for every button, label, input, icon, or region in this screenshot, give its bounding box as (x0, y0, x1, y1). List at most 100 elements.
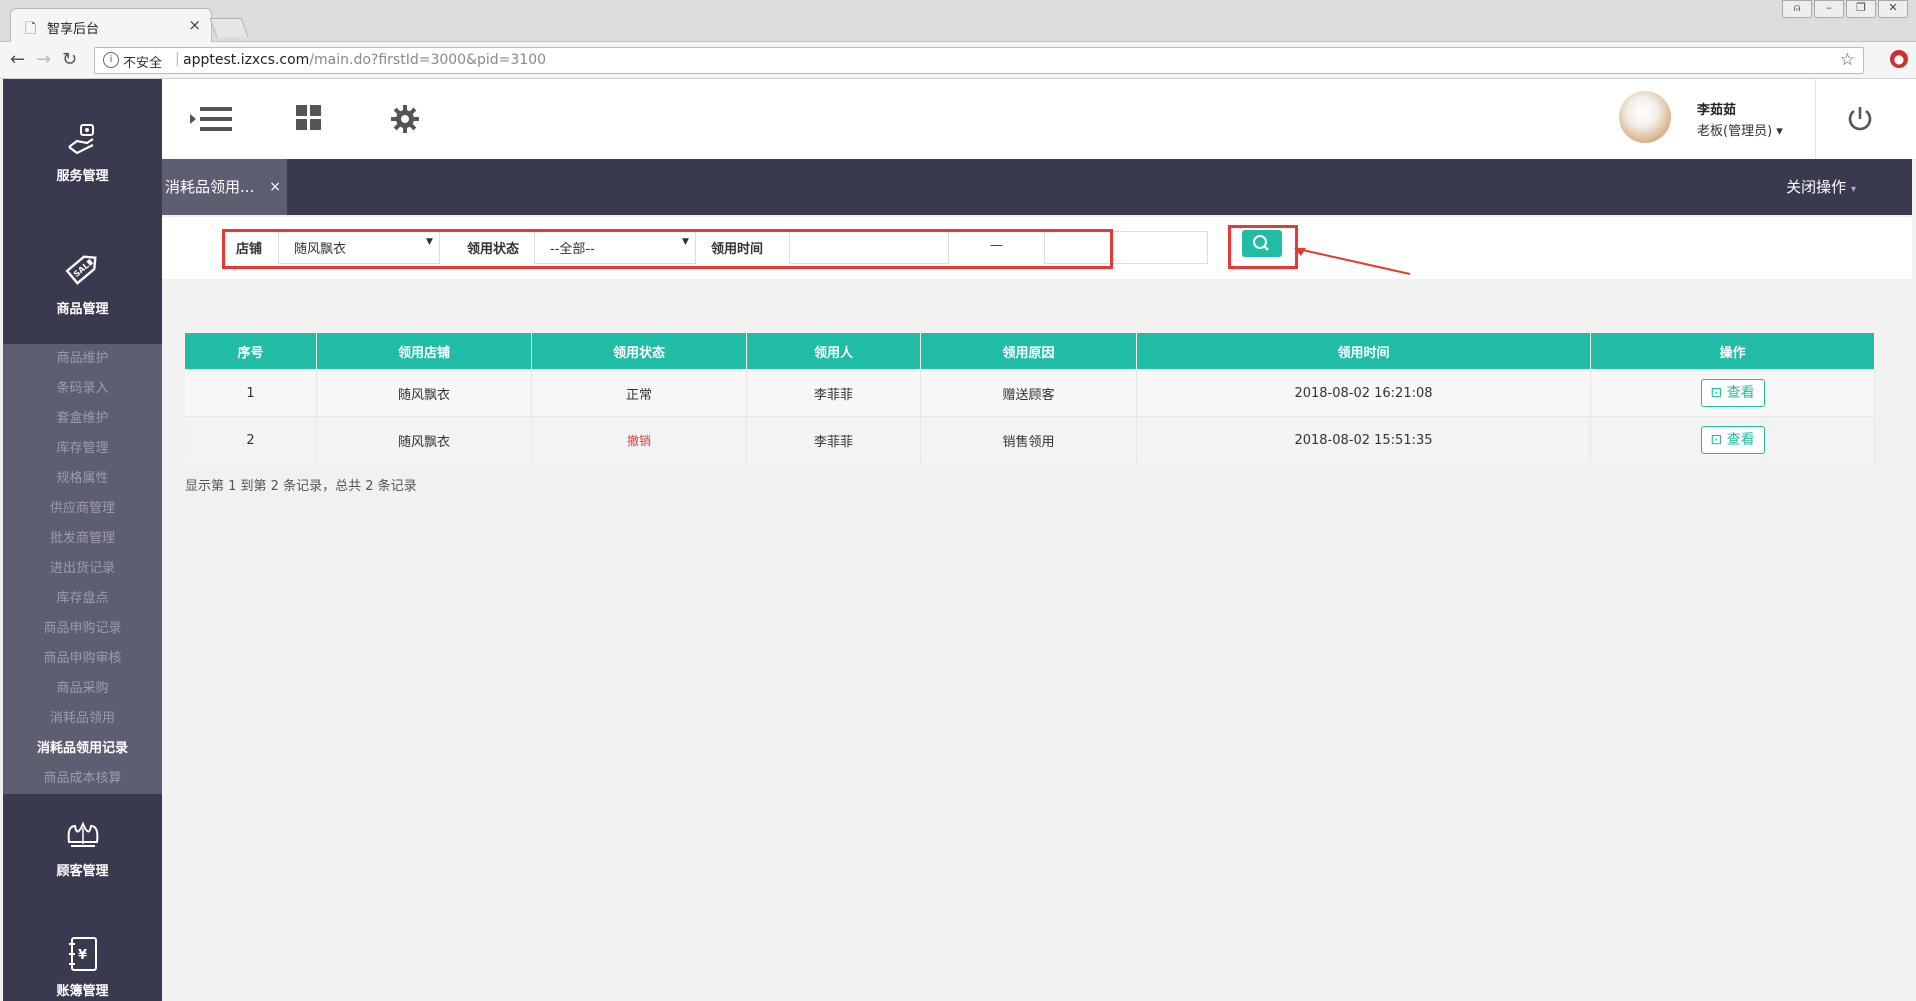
sidebar-item[interactable]: 商品采购 (3, 674, 162, 704)
sidebar-item[interactable]: 库存盘点 (3, 584, 162, 614)
column-header: 序号 (185, 333, 317, 370)
sidebar-section-customers[interactable]: 顾客管理 (3, 814, 162, 879)
info-icon[interactable]: i (103, 52, 119, 68)
records-table: 序号 领用店铺 领用状态 领用人 领用原因 领用时间 操作 1 随风飘衣 正常 … (185, 333, 1875, 463)
pagination-summary: 显示第 1 到第 2 条记录，总共 2 条记录 (185, 479, 417, 494)
sidebar-item[interactable]: 商品成本核算 (3, 764, 162, 794)
sidebar-section-products[interactable]: SALE 商品管理 (3, 244, 162, 317)
dashboard-grid-icon[interactable] (296, 105, 322, 131)
sidebar-section-label: 商品管理 (56, 302, 109, 317)
cell-store: 随风飘衣 (316, 369, 532, 417)
annotation-highlight-filters (222, 229, 1113, 269)
avatar[interactable] (1619, 91, 1671, 143)
filter-bar: 店铺 随风飘衣 ▼ 领用状态 --全部-- ▼ 领用时间 — (162, 217, 1912, 279)
url-text[interactable]: apptest.izxcs.com/main.do?firstId=3000&p… (183, 52, 546, 68)
cell-time: 2018-08-02 15:51:35 (1136, 416, 1591, 463)
menu-toggle-icon[interactable] (190, 105, 232, 133)
annotation-highlight-search (1228, 225, 1298, 269)
cell-action: ⊡ 查看 (1590, 369, 1875, 417)
sidebar-item[interactable]: 规格属性 (3, 464, 162, 494)
forward-icon[interactable]: → (36, 49, 51, 70)
sidebar-item-active[interactable]: 消耗品领用记录 (3, 734, 162, 764)
cell-time: 2018-08-02 16:21:08 (1136, 369, 1591, 417)
table-row: 2 随风飘衣 撤销 李菲菲 销售领用 2018-08-02 15:51:35 ⊡… (185, 416, 1875, 463)
cell-person: 李菲菲 (746, 369, 921, 417)
column-header: 领用原因 (920, 333, 1137, 370)
cell-reason: 销售领用 (920, 416, 1137, 463)
view-button-label: 查看 (1726, 432, 1755, 448)
sidebar-item[interactable]: 套盒维护 (3, 404, 162, 434)
view-icon: ⊡ (1710, 432, 1723, 448)
sidebar: 服务管理 SALE 商品管理 商品维护 条码录入 套盒维护 库存管理 规格属性 … (3, 79, 162, 1001)
page-tab-consumable-records[interactable]: 消耗品领用... × (162, 159, 287, 215)
user-profile-icon[interactable]: ⍝ (1782, 0, 1812, 18)
back-icon[interactable]: ← (10, 49, 25, 70)
extension-icon[interactable]: ● (1890, 50, 1908, 68)
svg-text:SALE: SALE (72, 258, 95, 279)
sidebar-item[interactable]: 条码录入 (3, 374, 162, 404)
sidebar-item[interactable]: 批发商管理 (3, 524, 162, 554)
column-header: 领用店铺 (316, 333, 532, 370)
close-window-icon[interactable]: ✕ (1878, 0, 1908, 18)
hand-service-icon (67, 124, 94, 155)
document-icon: 🗋 (25, 21, 37, 37)
url-path: /main.do?firstId=3000&pid=3100 (309, 52, 547, 68)
table-header-row: 序号 领用店铺 领用状态 领用人 领用原因 领用时间 操作 (185, 333, 1875, 370)
close-icon[interactable]: × (269, 159, 281, 215)
reload-icon[interactable]: ↻ (62, 49, 77, 70)
sidebar-section-ledger[interactable]: ¥ 账簿管理 (3, 934, 162, 999)
minimize-icon[interactable]: – (1814, 0, 1844, 18)
sidebar-item[interactable]: 库存管理 (3, 434, 162, 464)
sidebar-item[interactable]: 商品维护 (3, 344, 162, 374)
cell-person: 李菲菲 (746, 416, 921, 463)
svg-text:¥: ¥ (78, 948, 87, 963)
cell-no: 2 (185, 416, 317, 463)
sidebar-section-label: 顾客管理 (56, 864, 109, 879)
table-row: 1 随风飘衣 正常 李菲菲 赠送顾客 2018-08-02 16:21:08 ⊡… (185, 369, 1875, 417)
page-tab-bar: 消耗品领用... × 关闭操作 ▾ (162, 159, 1912, 215)
cell-status: 正常 (531, 369, 747, 417)
page-tab-label: 消耗品领用... (165, 178, 255, 196)
caret-down-icon: ▾ (1850, 184, 1856, 195)
crown-icon (67, 821, 98, 847)
user-name: 李茹茹 (1697, 103, 1737, 118)
window-controls: ⍝ – ❐ ✕ (1782, 0, 1908, 18)
column-header: 领用时间 (1136, 333, 1591, 370)
view-button[interactable]: ⊡ 查看 (1700, 426, 1765, 454)
browser-toolbar: ← → ↻ i 不安全 | apptest.izxcs.com/main.do?… (0, 42, 1916, 79)
sidebar-item[interactable]: 商品申购审核 (3, 644, 162, 674)
column-header: 操作 (1590, 333, 1875, 370)
address-bar[interactable]: i 不安全 | apptest.izxcs.com/main.do?firstI… (94, 47, 1864, 74)
browser-tab-title: 智享后台 (47, 22, 100, 37)
column-header: 领用状态 (531, 333, 747, 370)
user-role-dropdown[interactable]: 老板(管理员) ▾ (1697, 120, 1783, 139)
url-host: apptest.izxcs.com (183, 52, 310, 68)
sidebar-section-service[interactable]: 服务管理 (3, 119, 162, 184)
sidebar-section-label: 服务管理 (56, 169, 109, 184)
cell-status: 撤销 (531, 416, 747, 463)
restore-icon[interactable]: ❐ (1846, 0, 1876, 18)
sidebar-submenu: 商品维护 条码录入 套盒维护 库存管理 规格属性 供应商管理 批发商管理 进出货… (3, 344, 162, 794)
sidebar-item[interactable]: 供应商管理 (3, 494, 162, 524)
view-icon: ⊡ (1710, 385, 1723, 401)
cell-store: 随风飘衣 (316, 416, 532, 463)
main-content: 店铺 随风飘衣 ▼ 领用状态 --全部-- ▼ 领用时间 — 序号 领用店铺 领… (162, 215, 1912, 1001)
column-header: 领用人 (746, 333, 921, 370)
annotation-arrow (1294, 248, 1411, 275)
sidebar-item[interactable]: 消耗品领用 (3, 704, 162, 734)
sidebar-item[interactable]: 进出货记录 (3, 554, 162, 584)
close-operations-dropdown[interactable]: 关闭操作 ▾ (1786, 159, 1856, 218)
power-icon[interactable] (1847, 105, 1873, 133)
user-role: 老板(管理员) (1697, 124, 1773, 139)
view-button[interactable]: ⊡ 查看 (1700, 379, 1765, 407)
top-header: 李茹茹 老板(管理员) ▾ (162, 79, 1916, 160)
sidebar-section-label: 账簿管理 (56, 984, 109, 999)
close-tab-icon[interactable]: × (188, 16, 201, 34)
browser-tab[interactable]: 🗋 智享后台 × (10, 8, 212, 42)
settings-gear-icon[interactable] (391, 105, 419, 133)
close-operations-label: 关闭操作 (1786, 178, 1847, 196)
new-tab-button[interactable] (209, 18, 249, 37)
bookmark-star-icon[interactable]: ☆ (1840, 50, 1855, 70)
sidebar-item[interactable]: 商品申购记录 (3, 614, 162, 644)
ledger-icon: ¥ (68, 937, 97, 971)
